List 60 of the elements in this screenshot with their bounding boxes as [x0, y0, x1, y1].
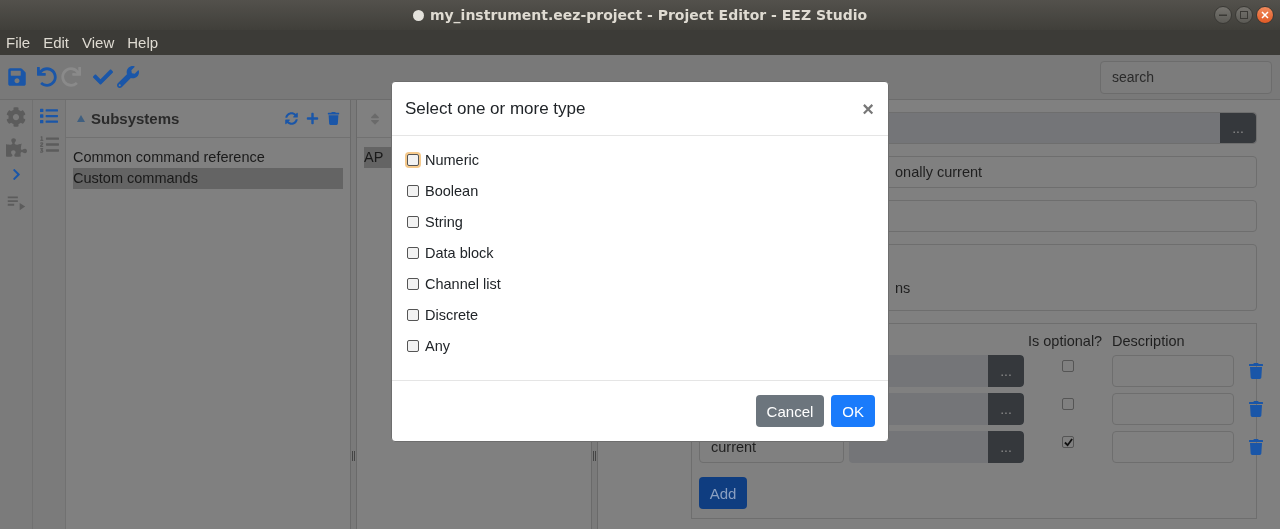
checkbox[interactable]: [407, 153, 419, 166]
window-title: my_instrument.eez-project - Project Editor - EEZ Studio: [429, 7, 868, 23]
option-label[interactable]: Data block: [425, 244, 494, 261]
delete-icon[interactable]: [1248, 363, 1264, 379]
list-item[interactable]: Common command reference: [73, 147, 343, 168]
field-value: onally current: [895, 164, 983, 180]
option-label[interactable]: String: [425, 213, 463, 230]
puzzle-icon[interactable]: [5, 137, 27, 158]
option-label[interactable]: Any: [425, 337, 450, 354]
menu-item[interactable]: Edit: [43, 34, 70, 51]
option-label[interactable]: Boolean: [425, 182, 479, 199]
cancel-button[interactable]: Cancel: [755, 395, 825, 427]
option-label[interactable]: Channel list: [425, 275, 501, 292]
checkbox[interactable]: [407, 277, 419, 290]
checkbox[interactable]: [1062, 398, 1074, 410]
checkbox[interactable]: [407, 308, 419, 321]
browse-button[interactable]: ...: [988, 431, 1024, 463]
delete-icon[interactable]: [327, 112, 340, 125]
add-button[interactable]: Add: [699, 477, 747, 509]
list-icon[interactable]: [40, 107, 58, 125]
browse-button[interactable]: ...: [988, 393, 1024, 425]
menu-item[interactable]: View: [82, 34, 115, 51]
checkbox[interactable]: [407, 215, 419, 228]
type-field[interactable]: ...: [849, 431, 1024, 463]
delete-icon[interactable]: [1248, 439, 1264, 455]
maximize-icon: [1240, 11, 1248, 19]
checkbox[interactable]: [1062, 360, 1074, 372]
save-icon[interactable]: [7, 67, 27, 87]
menu-item[interactable]: File: [6, 34, 31, 51]
checkbox[interactable]: [1062, 436, 1074, 448]
option-label[interactable]: Discrete: [425, 306, 479, 323]
column-header: Description: [1112, 332, 1186, 349]
add-icon[interactable]: [306, 112, 319, 125]
checkbox[interactable]: [407, 246, 419, 259]
refresh-icon[interactable]: [285, 112, 298, 125]
splitter-grip-icon[interactable]: [593, 451, 596, 461]
wrench-icon[interactable]: [117, 66, 139, 88]
close-icon: [1261, 11, 1269, 19]
search-field[interactable]: search: [1100, 60, 1272, 94]
collapse-icon[interactable]: [77, 115, 85, 122]
ok-button[interactable]: OK: [831, 395, 875, 427]
checkbox[interactable]: [407, 339, 419, 352]
checkbox[interactable]: [407, 184, 419, 197]
field-value: ns: [895, 280, 911, 296]
dialog-title: Select one or more type: [405, 98, 586, 119]
browse-button[interactable]: ...: [1220, 113, 1256, 143]
option-label[interactable]: Numeric: [425, 151, 479, 168]
list-item[interactable]: Custom commands: [73, 168, 343, 189]
menu-item[interactable]: Help: [127, 34, 159, 51]
browse-button[interactable]: ...: [988, 355, 1024, 387]
delete-icon[interactable]: [1248, 401, 1264, 417]
settings-icon[interactable]: [6, 107, 26, 127]
minimize-button[interactable]: [1214, 6, 1232, 24]
numbered-list-icon[interactable]: [39, 135, 59, 154]
undo-icon[interactable]: [37, 67, 57, 87]
splitter-grip-icon[interactable]: [352, 451, 355, 461]
close-button[interactable]: [1256, 6, 1274, 24]
column-header: Is optional?: [1027, 332, 1104, 349]
check-icon[interactable]: [93, 67, 113, 87]
panel-title: Subsystems: [91, 110, 181, 127]
